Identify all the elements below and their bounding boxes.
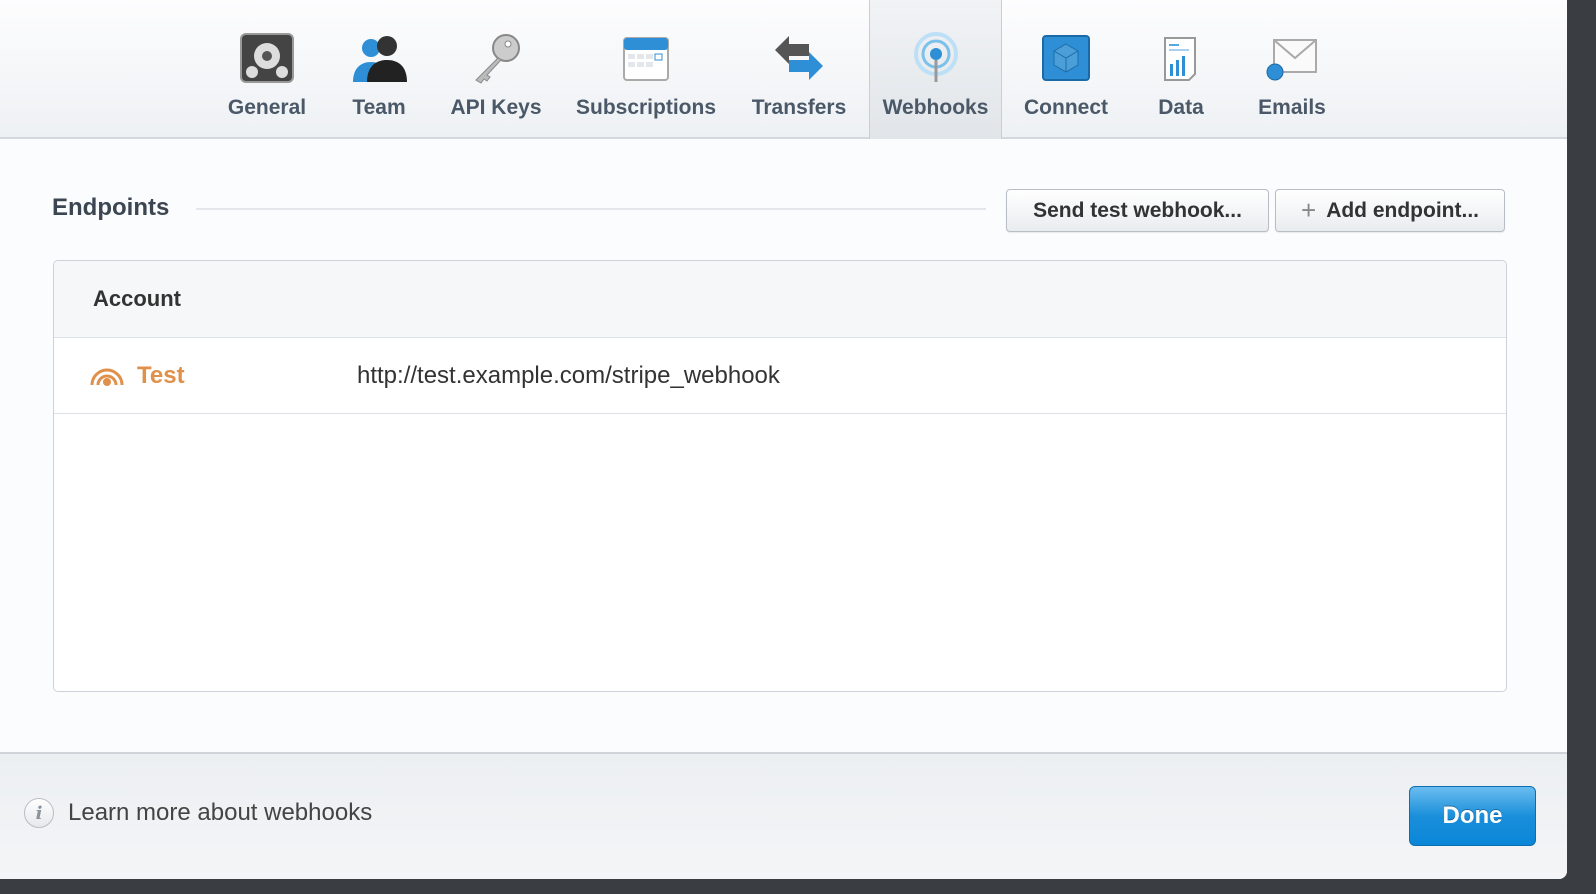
divider bbox=[196, 208, 986, 210]
tab-label: Data bbox=[1158, 96, 1204, 119]
tab-team[interactable]: Team bbox=[333, 0, 425, 139]
tab-emails[interactable]: Emails bbox=[1245, 0, 1339, 139]
webhooks-settings-dialog: General Team API Keys Subscriptions Tran… bbox=[0, 0, 1567, 879]
tab-general[interactable]: General bbox=[216, 0, 318, 139]
cube-icon bbox=[1042, 35, 1090, 81]
tab-label: Connect bbox=[1024, 96, 1108, 119]
info-icon: i bbox=[24, 798, 54, 828]
tab-connect[interactable]: Connect bbox=[1016, 0, 1116, 139]
button-label: Send test webhook... bbox=[1033, 198, 1242, 222]
tab-subscriptions[interactable]: Subscriptions bbox=[568, 0, 724, 139]
tab-label: Webhooks bbox=[882, 96, 989, 119]
calendar-icon bbox=[623, 37, 669, 81]
tab-webhooks[interactable]: Webhooks bbox=[869, 0, 1002, 139]
tab-label: General bbox=[227, 96, 307, 119]
table-header: Account bbox=[54, 261, 1506, 338]
tab-label: API Keys bbox=[450, 96, 542, 119]
endpoints-table: Account Test http://test.example.com/str… bbox=[53, 260, 1507, 692]
tab-label: Team bbox=[352, 96, 406, 119]
learn-more-label: Learn more about webhooks bbox=[68, 799, 373, 826]
settings-tab-bar: General Team API Keys Subscriptions Tran… bbox=[0, 0, 1567, 139]
done-button[interactable]: Done bbox=[1409, 786, 1536, 846]
tab-label: Emails bbox=[1258, 96, 1326, 119]
transfer-arrows-icon bbox=[775, 36, 823, 80]
tab-label: Transfers bbox=[751, 96, 847, 119]
send-test-webhook-button[interactable]: Send test webhook... bbox=[1006, 189, 1269, 232]
tab-label: Subscriptions bbox=[575, 96, 717, 119]
endpoint-url[interactable]: http://test.example.com/stripe_webhook bbox=[357, 362, 780, 390]
button-label: Add endpoint... bbox=[1326, 198, 1479, 222]
add-endpoint-button[interactable]: + Add endpoint... bbox=[1275, 189, 1505, 232]
tab-transfers[interactable]: Transfers bbox=[744, 0, 854, 139]
section-title: Endpoints bbox=[52, 194, 170, 221]
tab-data[interactable]: Data bbox=[1140, 0, 1222, 139]
key-icon bbox=[475, 34, 520, 84]
team-icon bbox=[353, 36, 407, 82]
tab-api-keys[interactable]: API Keys bbox=[440, 0, 552, 139]
report-chart-icon bbox=[1164, 37, 1196, 81]
plus-icon: + bbox=[1301, 195, 1317, 225]
table-row[interactable]: Test http://test.example.com/stripe_webh… bbox=[54, 338, 1506, 414]
broadcast-icon bbox=[913, 32, 958, 82]
broadcast-icon bbox=[90, 368, 124, 386]
dialog-footer: i Learn more about webhooks Done bbox=[0, 752, 1567, 879]
learn-more-link[interactable]: i Learn more about webhooks bbox=[24, 798, 372, 828]
envelope-icon bbox=[1266, 39, 1317, 81]
gear-icon bbox=[240, 33, 294, 83]
endpoint-mode: Test bbox=[137, 362, 185, 389]
